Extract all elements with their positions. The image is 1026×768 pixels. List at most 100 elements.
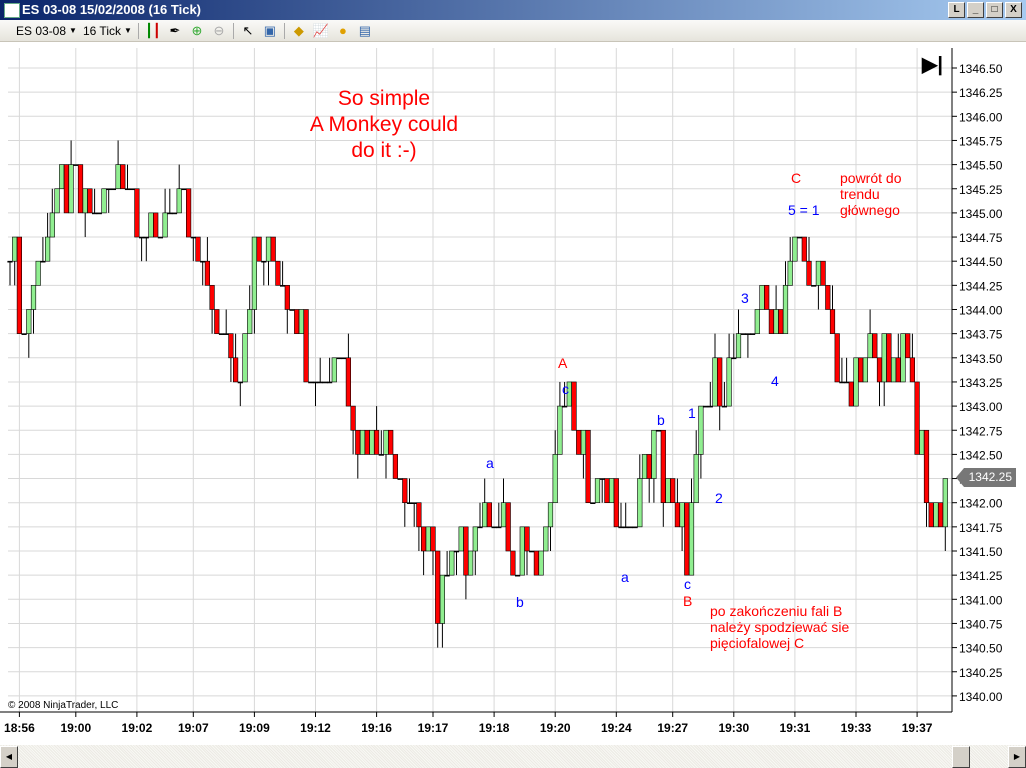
drawing-pen-icon[interactable]: ✒ — [167, 23, 183, 39]
candle-body — [749, 333, 756, 335]
candle-body — [96, 212, 102, 215]
y-tick-label: 1345.25 — [959, 183, 1003, 197]
candle-body — [355, 429, 361, 455]
candle-body — [40, 260, 46, 263]
horizontal-scrollbar[interactable]: ◀ ▶ — [0, 745, 1026, 768]
instrument-label: ES 03-08 — [16, 23, 67, 38]
restore-button[interactable]: □ — [986, 2, 1003, 18]
candle-body — [937, 502, 944, 528]
data-box-icon[interactable]: ▣ — [262, 23, 278, 39]
interval-label: 16 Tick — [82, 23, 121, 38]
candle-body — [834, 333, 840, 383]
candle-body — [778, 309, 784, 334]
candle-body — [895, 357, 901, 383]
candle-body — [444, 574, 450, 577]
candle-body — [698, 405, 704, 455]
candle-body — [726, 357, 732, 407]
instrument-dropdown[interactable]: ES 03-08 ▼ — [16, 24, 77, 38]
candle-body — [618, 526, 624, 529]
candle-body — [519, 526, 525, 576]
candle-body — [890, 357, 897, 383]
x-tick-label: 19:24 — [601, 721, 632, 735]
candle-body — [623, 526, 629, 529]
candle-body — [825, 285, 831, 310]
scroll-to-end-icon[interactable]: ▶| — [922, 52, 943, 77]
candle-body — [171, 212, 178, 215]
candle-body — [472, 526, 478, 552]
candle-body — [510, 550, 516, 576]
wave-label-5: 5 = 1 — [788, 202, 820, 218]
candle-body — [345, 357, 352, 407]
candle-body — [500, 502, 507, 528]
candle-body — [317, 381, 323, 384]
properties-icon[interactable]: ▤ — [357, 23, 373, 39]
candle-body — [453, 550, 460, 553]
toolbar: ES 03-08 ▼ 16 Tick ▼ ┃┃ ✒ ⊕ ⊖ ↖ ▣ ◆ 📈 ● ▤ — [0, 20, 1026, 42]
candle-body — [853, 357, 859, 407]
scroll-right-button[interactable]: ▶ — [1008, 746, 1026, 768]
candle-body — [143, 236, 149, 239]
y-tick-label: 1344.50 — [959, 255, 1003, 269]
candle-body — [322, 381, 328, 384]
scroll-left-button[interactable]: ◀ — [0, 746, 18, 768]
strategies-icon[interactable]: ◆ — [291, 23, 307, 39]
y-tick-label: 1341.25 — [959, 569, 1003, 583]
candle-body — [30, 285, 37, 310]
candle-body — [496, 526, 502, 529]
candle-body — [223, 333, 229, 335]
candle-body — [251, 236, 258, 310]
close-button[interactable]: X — [1005, 2, 1022, 18]
zoom-out-icon[interactable]: ⊖ — [211, 23, 227, 39]
wave-label-b: b — [516, 594, 524, 610]
candle-body — [378, 454, 384, 456]
indicators-icon[interactable]: 📈 — [313, 23, 329, 39]
candle-body — [759, 285, 765, 310]
interval-dropdown[interactable]: 16 Tick ▼ — [83, 24, 132, 38]
y-tick-label: 1340.75 — [959, 617, 1003, 631]
price-chart[interactable]: 1346.50 1346.25 1346.00 1345.75 1345.50 1345.… — [0, 42, 1026, 745]
candle-body — [590, 502, 596, 505]
y-tick-label: 1342.50 — [959, 448, 1003, 462]
candle-body — [49, 212, 55, 238]
divider — [232, 22, 234, 39]
candle-body — [63, 164, 69, 214]
candle-body — [303, 309, 309, 383]
candle-body — [707, 405, 713, 408]
candle-body — [181, 188, 187, 191]
y-tick-label: 1345.50 — [959, 159, 1003, 173]
candle-body — [576, 429, 582, 455]
candle-body — [289, 309, 295, 311]
candle-body — [106, 188, 112, 191]
scroll-thumb[interactable] — [952, 746, 970, 768]
cursor-icon[interactable]: ↖ — [240, 23, 256, 39]
candle-body — [406, 502, 413, 505]
link-button[interactable]: L — [948, 2, 965, 18]
candle-body — [594, 478, 601, 503]
candle-body — [176, 188, 182, 214]
candle-body — [402, 478, 408, 503]
candle-body — [820, 260, 826, 286]
minimize-button[interactable]: _ — [967, 2, 984, 18]
candle-body — [7, 260, 13, 263]
candle-body — [942, 478, 948, 528]
y-tick-label: 1340.50 — [959, 642, 1003, 656]
dollar-icon[interactable]: ● — [335, 23, 351, 39]
y-tick-label: 1341.00 — [959, 593, 1003, 607]
candle-body — [129, 188, 135, 191]
candlestick-style-icon[interactable]: ┃┃ — [145, 23, 161, 39]
candle-body — [416, 502, 422, 528]
x-tick-label: 19:18 — [479, 721, 510, 735]
wave-label-1: 1 — [688, 405, 696, 421]
candle-body — [124, 188, 131, 191]
y-tick-label: 1340.25 — [959, 666, 1003, 680]
zoom-in-icon[interactable]: ⊕ — [189, 23, 205, 39]
y-tick-label: 1343.00 — [959, 400, 1003, 414]
y-tick-label: 1343.25 — [959, 376, 1003, 390]
candle-body — [463, 526, 469, 576]
copyright: © 2008 NinjaTrader, LLC — [8, 700, 119, 711]
candle-body — [134, 188, 140, 238]
candle-body — [167, 212, 173, 215]
x-tick-label: 19:27 — [657, 721, 688, 735]
candle-body — [467, 550, 474, 576]
y-tick-label: 1346.00 — [959, 110, 1003, 124]
